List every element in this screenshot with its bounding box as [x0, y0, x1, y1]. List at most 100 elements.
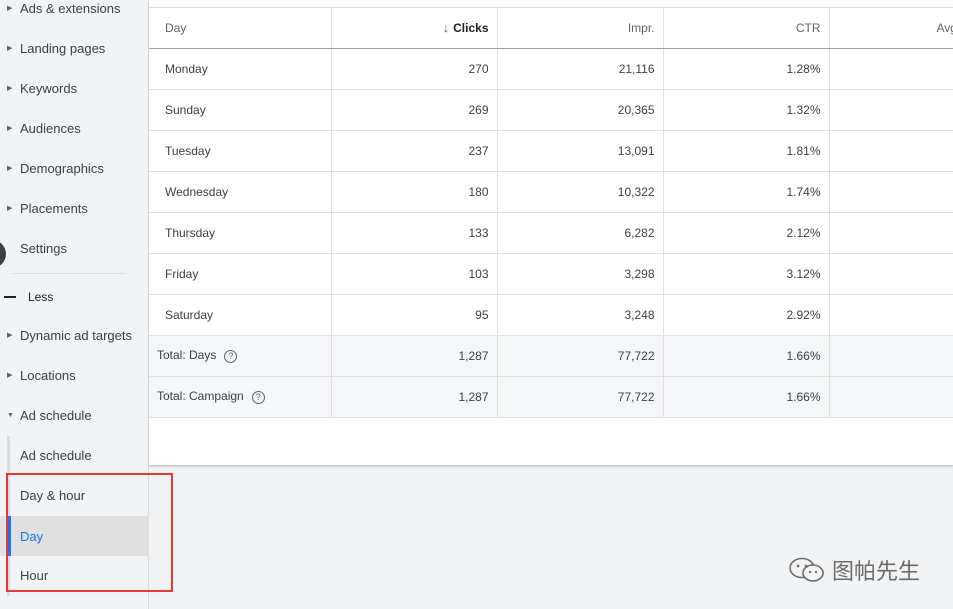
- cell-clicks: 103: [331, 253, 498, 295]
- cell-clicks: 270: [331, 48, 498, 90]
- nav-item-placements[interactable]: ▶ Placements: [0, 188, 149, 228]
- nav-item-label: Audiences: [20, 120, 81, 136]
- table-row: Tuesday 237 13,091 1.81%: [149, 130, 953, 172]
- wechat-icon: [789, 557, 824, 582]
- cell-clicks: 180: [331, 171, 498, 213]
- nav-item-label: Locations: [20, 367, 76, 383]
- nav-item-label: Settings: [20, 240, 67, 256]
- nav-item-label: Ad schedule: [20, 407, 92, 423]
- cell-avg: [829, 89, 953, 131]
- cell-clicks: 1,287: [331, 376, 498, 418]
- cell-total-label: Total: Campaign?: [149, 376, 332, 418]
- column-header-day[interactable]: Day: [149, 8, 332, 49]
- column-header-clicks[interactable]: ↓ Clicks: [331, 8, 498, 49]
- day-report-table: Day ↓Clicks Impr. CTR Avg Monday 270 21,…: [149, 8, 953, 418]
- cell-avg: [829, 48, 953, 90]
- report-table-panel: Day ↓Clicks Impr. CTR Avg Monday 270 21,…: [149, 0, 953, 466]
- cell-ctr: 1.81%: [663, 130, 830, 172]
- cell-clicks: 1,287: [331, 335, 498, 377]
- cell-impr: 3,298: [497, 253, 664, 295]
- nav-item-audiences[interactable]: ▶ Audiences: [0, 108, 149, 148]
- table-row: Sunday 269 20,365 1.32%: [149, 89, 953, 131]
- cell-impr: 20,365: [497, 89, 664, 131]
- cell-avg: [829, 253, 953, 295]
- cell-impr: 3,248: [497, 294, 664, 336]
- cell-impr: 10,322: [497, 171, 664, 213]
- cell-avg: [829, 376, 953, 418]
- cell-avg: [829, 335, 953, 377]
- table-row: Friday 103 3,298 3.12%: [149, 253, 953, 295]
- column-header-avg[interactable]: Avg: [829, 8, 953, 49]
- cell-avg: [829, 130, 953, 172]
- watermark: 图帕先生: [788, 554, 920, 586]
- expand-triangle-icon: ▶: [7, 5, 13, 12]
- nav-item-keywords[interactable]: ▶ Keywords: [0, 68, 149, 108]
- cell-day: Monday: [149, 48, 332, 90]
- sub-item-label: Ad schedule: [20, 447, 92, 463]
- nav-item-label: Ads & extensions: [20, 0, 121, 16]
- cell-ctr: 1.66%: [663, 376, 830, 418]
- nav-item-demographics[interactable]: ▶ Demographics: [0, 148, 149, 188]
- cell-ctr: 1.32%: [663, 89, 830, 131]
- sub-item-hour[interactable]: Hour: [0, 555, 149, 595]
- expand-triangle-icon: ▶: [7, 372, 13, 379]
- cell-ctr: 2.12%: [663, 212, 830, 254]
- sub-item-day[interactable]: Day: [0, 516, 149, 556]
- nav-item-locations[interactable]: ▶ Locations: [0, 355, 149, 395]
- total-row-days: Total: Days? 1,287 77,722 1.66%: [149, 335, 953, 377]
- expand-triangle-icon: ▶: [7, 45, 13, 52]
- nav-item-label: Landing pages: [20, 40, 106, 56]
- cell-day: Sunday: [149, 89, 332, 131]
- help-icon[interactable]: ?: [224, 349, 238, 363]
- expand-triangle-icon: ▶: [7, 85, 13, 92]
- cell-impr: 6,282: [497, 212, 664, 254]
- cell-ctr: 3.12%: [663, 253, 830, 295]
- sub-item-label: Day & hour: [20, 487, 86, 503]
- table-row: Thursday 133 6,282 2.12%: [149, 212, 953, 254]
- sub-item-label: Hour: [20, 567, 49, 583]
- cell-total-label: Total: Days?: [149, 335, 332, 377]
- minus-icon: [4, 296, 16, 298]
- table-row: Saturday 95 3,248 2.92%: [149, 294, 953, 336]
- table-row: Monday 270 21,116 1.28%: [149, 48, 953, 90]
- cell-day: Tuesday: [149, 130, 332, 172]
- cell-avg: [829, 294, 953, 336]
- sub-item-day-hour[interactable]: Day & hour: [0, 475, 149, 515]
- cell-day: Thursday: [149, 212, 332, 254]
- nav-item-dynamic-ad-targets[interactable]: ▶ Dynamic ad targets: [0, 315, 149, 355]
- expand-triangle-icon: ▶: [7, 205, 13, 212]
- sub-item-ad-schedule[interactable]: Ad schedule: [0, 435, 149, 475]
- cell-impr: 21,116: [497, 48, 664, 90]
- cell-day: Friday: [149, 253, 332, 295]
- cell-impr: 77,722: [497, 335, 664, 377]
- sidebar-divider: [12, 273, 125, 274]
- nav-item-label: Placements: [20, 200, 88, 216]
- nav-item-ad-schedule[interactable]: ▼ Ad schedule: [0, 395, 149, 435]
- cell-clicks: 237: [331, 130, 498, 172]
- cell-ctr: 2.92%: [663, 294, 830, 336]
- sub-item-label: Day: [20, 528, 44, 544]
- nav-item-ads-extensions[interactable]: ▶ Ads & extensions: [0, 0, 149, 28]
- cell-day: Wednesday: [149, 171, 332, 213]
- cell-ctr: 1.66%: [663, 335, 830, 377]
- table-header-row: Day ↓Clicks Impr. CTR Avg: [149, 8, 953, 49]
- less-label: Less: [28, 290, 54, 304]
- column-header-ctr[interactable]: CTR: [663, 8, 830, 49]
- nav-item-landing-pages[interactable]: ▶ Landing pages: [0, 28, 149, 68]
- cell-ctr: 1.74%: [663, 171, 830, 213]
- sort-descending-icon: ↓: [442, 20, 450, 36]
- column-header-impr[interactable]: Impr.: [497, 8, 664, 49]
- nav-item-settings[interactable]: Settings: [0, 228, 149, 268]
- expand-triangle-icon: ▶: [7, 332, 13, 339]
- watermark-text: 图帕先生: [832, 559, 921, 584]
- expand-triangle-icon: ▶: [7, 125, 13, 132]
- cell-ctr: 1.28%: [663, 48, 830, 90]
- left-navigation: ▶ Ads & extensions ▶ Landing pages ▶ Key…: [0, 0, 149, 609]
- help-icon[interactable]: ?: [251, 390, 265, 404]
- cell-clicks: 95: [331, 294, 498, 336]
- cell-clicks: 269: [331, 89, 498, 131]
- cell-avg: [829, 171, 953, 213]
- less-toggle[interactable]: Less: [0, 282, 149, 312]
- cell-clicks: 133: [331, 212, 498, 254]
- active-indicator: [7, 516, 11, 556]
